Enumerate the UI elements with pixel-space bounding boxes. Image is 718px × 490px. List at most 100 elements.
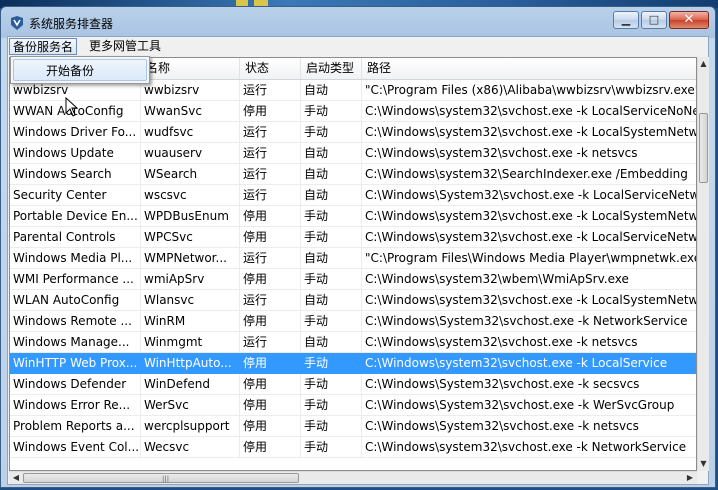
services-table[interactable]: 名称 状态 启动类型 路径 wwbizsrv wwbizsrv 运行 自动 "C:\Pr…	[9, 57, 697, 471]
cell-path: C:\Windows\System32\svchost.exe -k WerSv…	[362, 395, 696, 416]
cell-startup-type: 自动	[301, 164, 362, 185]
cell-status: 运行	[240, 143, 301, 164]
table-row[interactable]: Portable Device En... WPDBusEnum 停用 手动 C:\Wi…	[10, 206, 696, 227]
window-title: 系统服务排查器	[29, 17, 114, 31]
app-window: 系统服务排查器 ▁ □ ✕ 备份服务名 更多网管工具 名称 状态 启动类型 路径…	[0, 6, 716, 488]
vertical-scroll-thumb[interactable]	[699, 113, 708, 183]
cell-startup-type: 手动	[301, 311, 362, 332]
cell-status: 停用	[240, 206, 301, 227]
column-header-path[interactable]: 路径	[362, 58, 696, 79]
cell-path: C:\Windows\system32\svchost.exe -k Netwo…	[362, 437, 696, 458]
menu-backup-service-names[interactable]: 备份服务名	[9, 38, 78, 55]
cell-startup-type: 自动	[301, 332, 362, 353]
cell-status: 停用	[240, 269, 301, 290]
table-row[interactable]: WinHTTP Web Prox... WinHttpAuto... 停用 手动 C:\…	[10, 353, 696, 374]
cell-startup-type: 自动	[301, 290, 362, 311]
table-row[interactable]: Parental Controls WPCSvc 停用 手动 C:\Windows\sy…	[10, 227, 696, 248]
cell-service-name: wwbizsrv	[141, 80, 240, 101]
table-row[interactable]: Windows Defender WinDefend 停用 手动 C:\Windows\…	[10, 374, 696, 395]
table-row[interactable]: Windows Manage... Winmgmt 运行 自动 C:\Windows\s…	[10, 332, 696, 353]
table-row[interactable]: Problem Reports a... wercplsupport 停用 手动 C:\…	[10, 416, 696, 437]
maximize-icon: □	[648, 13, 660, 26]
cell-status: 停用	[240, 395, 301, 416]
scroll-left-icon[interactable]: ◀	[9, 472, 23, 484]
table-row[interactable]: Windows Error Re... WerSvc 停用 手动 C:\Windows\…	[10, 395, 696, 416]
cell-service-name: Winmgmt	[141, 332, 240, 353]
close-button[interactable]: ✕	[669, 11, 709, 29]
cell-status: 停用	[240, 101, 301, 122]
horizontal-scrollbar[interactable]: ◀ ||| ▶	[9, 471, 697, 484]
table-row[interactable]: Security Center wscsvc 运行 自动 C:\Windows\Syst…	[10, 185, 696, 206]
cell-status: 停用	[240, 227, 301, 248]
cell-service-name: WinHttpAuto...	[141, 353, 240, 374]
cell-status: 运行	[240, 164, 301, 185]
cell-path: C:\Windows\system32\svchost.exe -k Local…	[362, 353, 696, 374]
menu-more-tools[interactable]: 更多网管工具	[86, 38, 164, 55]
cell-path: C:\Windows\system32\SearchIndexer.exe /E…	[362, 164, 696, 185]
cell-status: 停用	[240, 374, 301, 395]
cell-display-name: Windows Media Pl...	[10, 248, 141, 269]
cell-path: C:\Windows\system32\svchost.exe -k netsv…	[362, 332, 696, 353]
cell-display-name: WMI Performance ...	[10, 269, 141, 290]
cell-status: 停用	[240, 437, 301, 458]
cell-startup-type: 手动	[301, 395, 362, 416]
table-row[interactable]: Windows Driver Fo... wudfsvc 运行 手动 C:\Window…	[10, 122, 696, 143]
table-row[interactable]: Windows Update wuauserv 运行 自动 C:\Windows\sys…	[10, 143, 696, 164]
scroll-right-icon[interactable]: ▶	[683, 472, 697, 484]
cell-service-name: wudfsvc	[141, 122, 240, 143]
cell-path: C:\Windows\system32\svchost.exe -k Local…	[362, 101, 696, 122]
cell-path: C:\Windows\system32\svchost.exe -k Local…	[362, 206, 696, 227]
cell-status: 运行	[240, 185, 301, 206]
cell-service-name: WSearch	[141, 164, 240, 185]
cell-display-name: WLAN AutoConfig	[10, 290, 141, 311]
cell-display-name: Windows Event Col...	[10, 437, 141, 458]
cell-display-name: Security Center	[10, 185, 141, 206]
table-row[interactable]: WLAN AutoConfig Wlansvc 运行 自动 C:\Windows\sys…	[10, 290, 696, 311]
cell-display-name: Windows Manage...	[10, 332, 141, 353]
cell-status: 运行	[240, 332, 301, 353]
table-row[interactable]: Windows Remote ... WinRM 停用 手动 C:\Windows\Sy…	[10, 311, 696, 332]
table-row[interactable]: Windows Event Col... Wecsvc 停用 手动 C:\Windows…	[10, 437, 696, 458]
cell-display-name: Portable Device En...	[10, 206, 141, 227]
maximize-button[interactable]: □	[641, 11, 667, 29]
grip-icon: |||	[162, 475, 170, 483]
cell-path: C:\Windows\System32\svchost.exe -k Netwo…	[362, 311, 696, 332]
cell-startup-type: 手动	[301, 374, 362, 395]
cell-display-name: Windows Remote ...	[10, 311, 141, 332]
cell-startup-type: 手动	[301, 416, 362, 437]
close-icon: ✕	[683, 12, 695, 27]
column-header-startup-type[interactable]: 启动类型	[301, 58, 362, 79]
table-row[interactable]: Windows Media Pl... WMPNetwor... 运行 自动 "C:\P…	[10, 248, 696, 269]
cell-service-name: wuauserv	[141, 143, 240, 164]
cell-path: C:\Windows\System32\svchost.exe -k Local…	[362, 185, 696, 206]
cell-display-name: Problem Reports a...	[10, 416, 141, 437]
cell-path: C:\Windows\System32\svchost.exe -k netsv…	[362, 416, 696, 437]
cell-startup-type: 手动	[301, 353, 362, 374]
start-backup-menu-item[interactable]: 开始备份	[13, 59, 147, 81]
table-row[interactable]: WWAN AutoConfig WwanSvc 停用 手动 C:\Windows\sys…	[10, 101, 696, 122]
cell-display-name: Windows Update	[10, 143, 141, 164]
cell-display-name: Windows Defender	[10, 374, 141, 395]
cell-path: C:\Windows\system32\svchost.exe -k Local…	[362, 290, 696, 311]
cell-service-name: WPDBusEnum	[141, 206, 240, 227]
scroll-down-icon[interactable]: ▼	[698, 457, 709, 471]
cell-service-name: Wecsvc	[141, 437, 240, 458]
cell-startup-type: 手动	[301, 206, 362, 227]
minimize-button[interactable]: ▁	[613, 11, 639, 29]
menu-bar: 备份服务名 更多网管工具	[8, 37, 708, 57]
client-area: 备份服务名 更多网管工具 名称 状态 启动类型 路径 wwbizsrv wwbiz…	[7, 36, 709, 485]
horizontal-scroll-thumb[interactable]: |||	[23, 473, 299, 483]
column-header-status[interactable]: 状态	[240, 58, 301, 79]
cell-display-name: Windows Search	[10, 164, 141, 185]
table-row[interactable]: WMI Performance ... wmiApSrv 停用 手动 C:\Window…	[10, 269, 696, 290]
scroll-up-icon[interactable]: ▲	[698, 57, 709, 71]
cell-startup-type: 手动	[301, 269, 362, 290]
title-bar[interactable]: 系统服务排查器 ▁ □ ✕	[1, 7, 715, 37]
column-header-name[interactable]: 名称	[141, 58, 240, 79]
app-icon	[11, 16, 23, 30]
cell-service-name: wscsvc	[141, 185, 240, 206]
vertical-scrollbar[interactable]: ▲ ▼	[697, 57, 709, 471]
cell-path: C:\Windows\system32\wbem\WmiApSrv.exe	[362, 269, 696, 290]
table-row[interactable]: Windows Search WSearch 运行 自动 C:\Windows\syst…	[10, 164, 696, 185]
cell-display-name: Windows Error Re...	[10, 395, 141, 416]
